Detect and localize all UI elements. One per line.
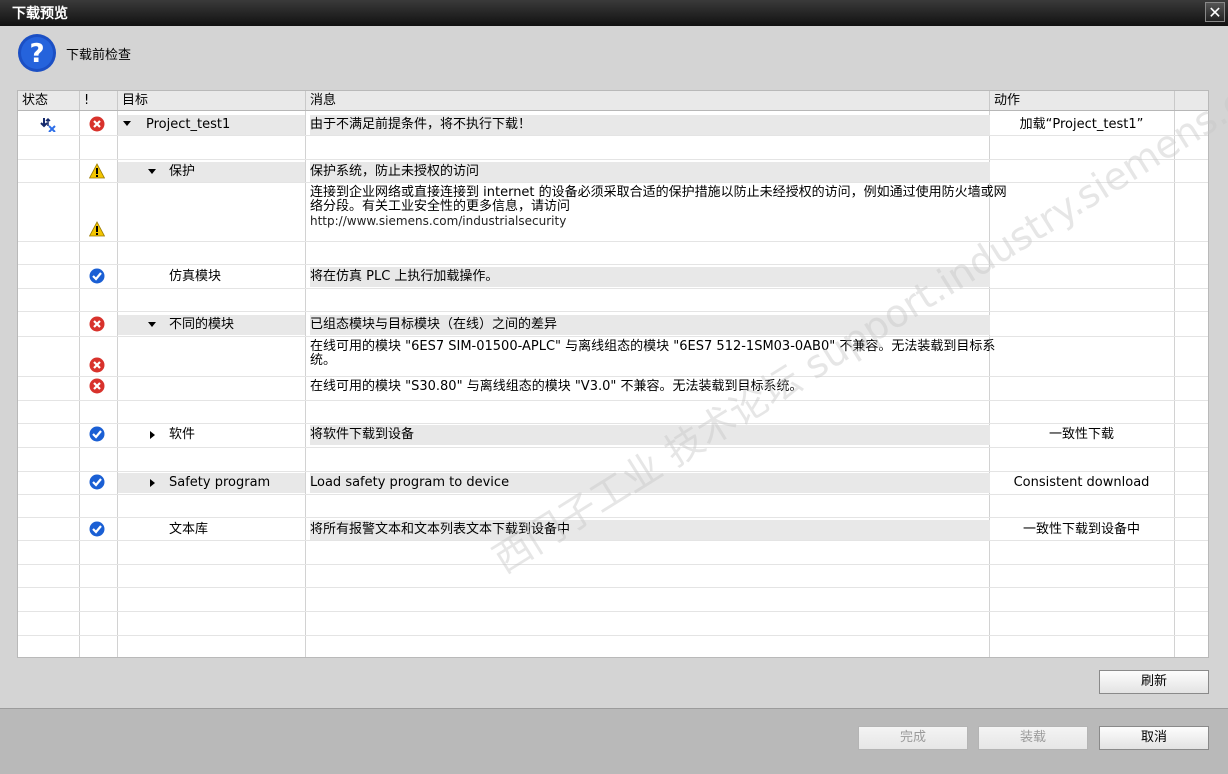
col-filler xyxy=(1175,91,1208,110)
target-project: Project_test1 xyxy=(146,117,231,132)
action-select[interactable]: 一致性下载到设备中 xyxy=(990,520,1173,540)
title-bar: 下载预览 ✕ xyxy=(0,0,1228,26)
message-text: 由于不满足前提条件，将不执行下载！ xyxy=(310,117,532,132)
window-title: 下载预览 xyxy=(12,6,68,22)
target-text-library: 文本库 xyxy=(169,522,209,537)
col-severity[interactable]: ! xyxy=(80,91,118,110)
collapsed-triangle-icon[interactable] xyxy=(147,478,157,488)
target-diff-modules: 不同的模块 xyxy=(169,317,235,332)
finish-button[interactable]: 完成 xyxy=(858,726,968,750)
error-icon xyxy=(89,357,105,373)
col-target[interactable]: 目标 xyxy=(118,91,306,110)
error-icon xyxy=(89,378,105,394)
message-text: 连接到企业网络或直接连接到 internet 的设备必须采取合适的保护措施以防止… xyxy=(310,186,1010,229)
button-bar: 完成 装载 取消 xyxy=(0,708,1228,774)
expanded-triangle-icon[interactable] xyxy=(147,319,157,329)
svg-text:?: ? xyxy=(29,39,44,69)
message-text: 已组态模块与目标模块（在线）之间的差异 xyxy=(310,317,558,332)
security-url-link[interactable]: http://www.siemens.com/industrialsecurit… xyxy=(310,214,566,228)
message-body: 连接到企业网络或直接连接到 internet 的设备必须采取合适的保护措施以防止… xyxy=(310,185,1007,214)
action-select[interactable]: 一致性下载 xyxy=(990,425,1173,445)
load-button[interactable]: 装载 xyxy=(978,726,1088,750)
warning-icon xyxy=(89,221,105,237)
col-status[interactable]: 状态 xyxy=(18,91,80,110)
column-header-row: 状态 ! 目标 消息 动作 xyxy=(18,91,1208,111)
message-text: 在线可用的模块 "S30.80" 与离线组态的模块 "V3.0" 不兼容。无法装… xyxy=(310,379,803,394)
message-text: Load safety program to device xyxy=(310,475,510,490)
ok-check-icon xyxy=(89,268,105,284)
close-button[interactable]: ✕ xyxy=(1205,2,1225,22)
download-blocked-icon xyxy=(40,117,56,132)
message-text: 在线可用的模块 "6ES7 SIM-01500-APLC" 与离线组态的模块 "… xyxy=(310,339,996,368)
expanded-triangle-icon[interactable] xyxy=(147,166,157,176)
target-safety-program: Safety program xyxy=(169,475,271,490)
warning-icon xyxy=(89,163,105,179)
message-text: 保护系统，防止未授权的访问 xyxy=(310,164,480,179)
action-select[interactable]: 加载“Project_test1” xyxy=(990,115,1173,135)
question-icon: ? xyxy=(18,34,56,72)
cancel-button[interactable]: 取消 xyxy=(1099,726,1209,750)
ok-check-icon xyxy=(89,474,105,490)
error-icon xyxy=(89,316,105,332)
check-header-label: 下载前检查 xyxy=(66,48,132,63)
col-action[interactable]: 动作 xyxy=(990,91,1175,110)
collapsed-triangle-icon[interactable] xyxy=(147,430,157,440)
message-text: 将所有报警文本和文本列表文本下载到设备中 xyxy=(310,522,571,537)
action-select[interactable]: Consistent download xyxy=(990,473,1173,493)
download-preview-dialog: 下载预览 ✕ ? 下载前检查 状态 ! 目标 消息 动作 Project_tes… xyxy=(0,0,1228,774)
message-text: 将在仿真 PLC 上执行加载操作。 xyxy=(310,269,499,284)
ok-check-icon xyxy=(89,426,105,442)
target-software: 软件 xyxy=(169,427,196,442)
target-sim-module: 仿真模块 xyxy=(169,269,222,284)
target-protection: 保护 xyxy=(169,164,196,179)
check-results-grid[interactable]: 状态 ! 目标 消息 动作 Project_test1 由于不满足前提条件，将不… xyxy=(17,90,1209,658)
col-message[interactable]: 消息 xyxy=(306,91,990,110)
refresh-button[interactable]: 刷新 xyxy=(1099,670,1209,694)
error-icon xyxy=(89,116,105,132)
message-text: 将软件下载到设备 xyxy=(310,427,415,442)
expanded-triangle-icon[interactable] xyxy=(122,118,132,128)
ok-check-icon xyxy=(89,521,105,537)
